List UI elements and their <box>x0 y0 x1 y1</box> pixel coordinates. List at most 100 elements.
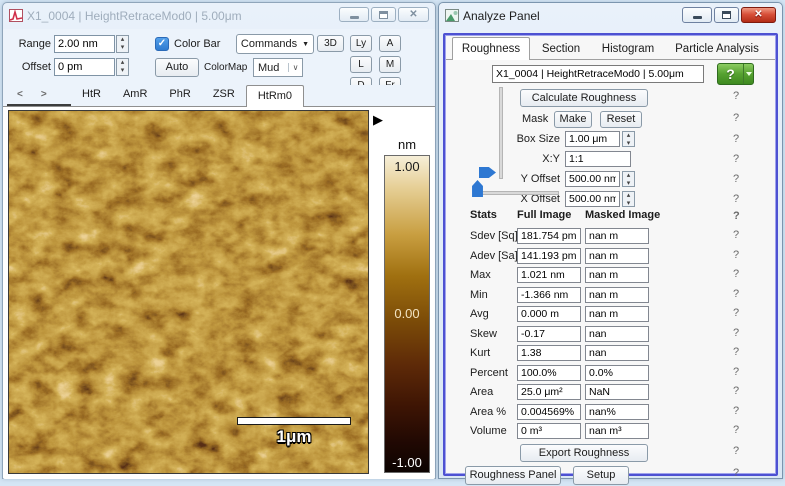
channel-tab[interactable]: PhR <box>158 84 201 104</box>
commands-button[interactable]: Commands ▼ <box>236 34 314 54</box>
stat-full-image-value[interactable] <box>517 423 581 439</box>
close-button[interactable]: ✕ <box>398 7 429 22</box>
next-tab-arrow[interactable]: > <box>41 89 47 100</box>
field-input[interactable] <box>565 191 620 207</box>
stat-masked-image-value[interactable] <box>585 287 649 303</box>
prev-tab-arrow[interactable]: < <box>17 89 23 100</box>
y-offset-slider-track[interactable] <box>499 87 503 179</box>
field-input[interactable] <box>565 131 620 147</box>
analyze-panel-titlebar[interactable]: Analyze Panel ✕ <box>439 3 782 29</box>
stat-masked-image-value[interactable] <box>585 384 649 400</box>
help-icon[interactable]: ? <box>733 268 739 280</box>
stat-masked-image-value[interactable] <box>585 404 649 420</box>
help-icon[interactable]: ? <box>733 133 739 145</box>
maximize-button[interactable] <box>371 7 396 22</box>
field-spinner[interactable]: ▴ ▾ <box>622 131 635 147</box>
help-icon[interactable]: ? <box>733 366 739 378</box>
minimize-button[interactable] <box>339 7 369 22</box>
spinner-up-icon[interactable]: ▴ <box>117 36 128 44</box>
analysis-tab[interactable]: Roughness <box>452 37 530 60</box>
field-input[interactable] <box>565 171 620 187</box>
stat-full-image-value[interactable] <box>517 384 581 400</box>
help-icon[interactable]: ? <box>733 307 739 319</box>
help-icon[interactable]: ? <box>733 288 739 300</box>
stat-masked-image-value[interactable] <box>585 345 649 361</box>
spinner-down-icon[interactable]: ▾ <box>117 67 128 75</box>
color-bar-checkbox[interactable]: ✓ <box>155 37 169 51</box>
channel-tab[interactable]: ZSR <box>202 84 246 104</box>
stat-full-image-value[interactable] <box>517 306 581 322</box>
help-icon[interactable]: ? <box>733 90 739 102</box>
help-icon[interactable]: ? <box>733 173 739 185</box>
auto-button[interactable]: Auto <box>155 58 199 77</box>
stat-full-image-value[interactable] <box>517 365 581 381</box>
field-spinner[interactable]: ▴ ▾ <box>622 191 635 207</box>
spinner-up-icon[interactable]: ▴ <box>623 192 634 200</box>
export-roughness-button[interactable]: Export Roughness <box>520 444 648 462</box>
stat-full-image-value[interactable] <box>517 248 581 264</box>
help-icon[interactable]: ? <box>733 385 739 397</box>
stat-masked-image-value[interactable] <box>585 228 649 244</box>
view-button[interactable]: M <box>379 56 401 73</box>
help-button[interactable]: ? <box>717 63 754 85</box>
help-icon[interactable]: ? <box>733 467 739 479</box>
image-window-titlebar[interactable]: X1_0004 | HeightRetraceMod0 | 5.00μm ✕ <box>3 3 435 29</box>
channel-tab[interactable]: HtR <box>71 84 112 104</box>
view-button[interactable]: 3D <box>317 35 344 52</box>
stat-masked-image-value[interactable] <box>585 365 649 381</box>
stat-masked-image-value[interactable] <box>585 423 649 439</box>
spinner-down-icon[interactable]: ▾ <box>623 180 634 188</box>
stat-full-image-value[interactable] <box>517 267 581 283</box>
stat-masked-image-value[interactable] <box>585 267 649 283</box>
spinner-down-icon[interactable]: ▾ <box>117 44 128 52</box>
help-icon[interactable]: ? <box>733 112 739 124</box>
view-button[interactable]: Ly <box>350 35 372 52</box>
field-input[interactable] <box>565 151 631 167</box>
help-icon[interactable]: ? <box>733 229 739 241</box>
maximize-button[interactable] <box>714 7 739 23</box>
help-icon[interactable]: ? <box>733 249 739 261</box>
x-offset-slider-track[interactable] <box>479 191 559 195</box>
help-dropdown-arrow-icon[interactable] <box>743 64 753 84</box>
stat-full-image-value[interactable] <box>517 326 581 342</box>
stat-full-image-value[interactable] <box>517 345 581 361</box>
spinner-up-icon[interactable]: ▴ <box>117 59 128 67</box>
help-icon[interactable]: ? <box>733 424 739 436</box>
view-button[interactable]: L <box>350 56 372 73</box>
field-spinner[interactable]: ▴ ▾ <box>622 171 635 187</box>
spinner-up-icon[interactable]: ▴ <box>623 172 634 180</box>
help-icon[interactable]: ? <box>733 346 739 358</box>
setup-button[interactable]: Setup <box>573 466 629 485</box>
analysis-tab[interactable]: Particle Analysis <box>664 39 770 59</box>
channel-tab[interactable]: HtRm0 <box>246 85 304 107</box>
play-button[interactable]: ▶ <box>373 113 383 126</box>
stat-masked-image-value[interactable] <box>585 326 649 342</box>
view-button[interactable]: A <box>379 35 401 52</box>
help-icon[interactable]: ? <box>733 445 739 457</box>
offset-spinner[interactable]: ▴ ▾ <box>116 58 129 76</box>
data-source-select[interactable] <box>492 65 704 83</box>
minimize-button[interactable] <box>682 7 712 23</box>
help-icon[interactable]: ? <box>733 210 740 222</box>
stat-masked-image-value[interactable] <box>585 306 649 322</box>
colormap-select[interactable]: Mud ∨ <box>253 58 303 77</box>
stat-full-image-value[interactable] <box>517 287 581 303</box>
stat-full-image-value[interactable] <box>517 228 581 244</box>
help-icon[interactable]: ? <box>733 193 739 205</box>
help-icon[interactable]: ? <box>733 405 739 417</box>
help-icon[interactable]: ? <box>733 327 739 339</box>
range-spinner[interactable]: ▴ ▾ <box>116 35 129 53</box>
analysis-tab[interactable]: Histogram <box>592 39 664 59</box>
stat-full-image-value[interactable] <box>517 404 581 420</box>
close-button[interactable]: ✕ <box>741 7 776 23</box>
channel-tab[interactable]: AmR <box>112 84 158 104</box>
stat-masked-image-value[interactable] <box>585 248 649 264</box>
mask-make-button[interactable]: Make <box>554 111 592 128</box>
offset-input[interactable] <box>54 58 115 76</box>
range-input[interactable] <box>54 35 115 53</box>
roughness-panel-button[interactable]: Roughness Panel <box>465 466 561 485</box>
afm-scan-image[interactable]: 1μm <box>8 110 369 474</box>
spinner-down-icon[interactable]: ▾ <box>623 200 634 208</box>
spinner-down-icon[interactable]: ▾ <box>623 140 634 148</box>
mask-reset-button[interactable]: Reset <box>600 111 642 128</box>
